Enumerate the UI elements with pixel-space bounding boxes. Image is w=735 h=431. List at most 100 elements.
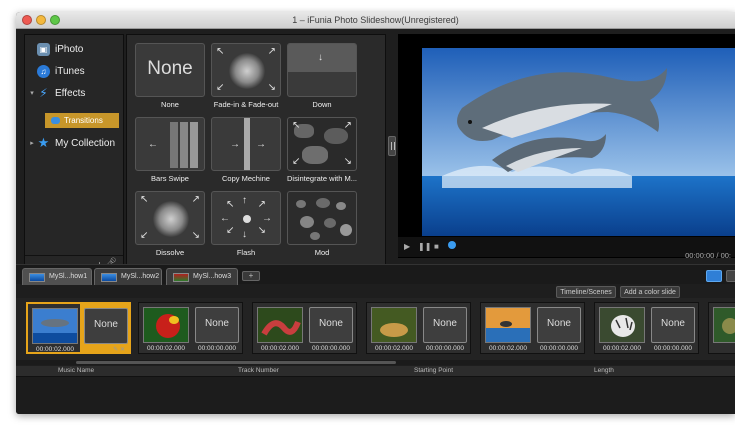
arrow-right-icon: → [262, 213, 272, 224]
dot [336, 202, 346, 210]
flash-center [243, 215, 251, 223]
scrollbar-thumb[interactable] [76, 361, 396, 364]
column-music-name[interactable]: Music Name [58, 367, 94, 374]
column-starting-point[interactable]: Starting Point [414, 367, 453, 374]
transitions-icon [51, 117, 60, 124]
arrow-icon: ↙ [140, 230, 149, 241]
pause-icon[interactable]: ❚❚ [418, 242, 431, 251]
sidebar-item-effects[interactable]: ▾ ⚡ Effects [25, 83, 123, 103]
list-view-button[interactable] [706, 270, 722, 282]
transition-label: None [547, 318, 571, 329]
effect-thumbnail: None [135, 43, 205, 97]
effect-flash[interactable]: ↑ ↓ ← → ↖ ↗ ↙ ↘ Flash [211, 191, 281, 261]
scenes-scrollbar[interactable] [16, 360, 735, 365]
scene-2[interactable]: None 00:00:02.000 00:00:00.000 [138, 302, 243, 354]
add-tab-button[interactable]: + [242, 271, 260, 281]
slideshow-icon [29, 273, 45, 282]
slideshow-icon [173, 273, 189, 282]
sidebar-item-transitions[interactable]: Transitions [45, 113, 119, 128]
sidebar-item-itunes[interactable]: ♫ iTunes [25, 61, 123, 81]
window-title: 1 – iFunia Photo Slideshow(Unregistered) [292, 15, 459, 25]
playhead-knob[interactable] [448, 241, 456, 249]
scene-5[interactable]: None 00:00:02.000 00:00:00.000 [480, 302, 585, 354]
sidebar-item-iphoto[interactable]: ▣ iPhoto [25, 39, 123, 59]
scenes-strip: None 00:00:02.000 ✎ ✕ None 00:00:02.000 … [16, 298, 735, 360]
app-window: 1 – iFunia Photo Slideshow(Unregistered)… [16, 12, 735, 414]
tab-slideshow3[interactable]: MySl...how3 [166, 268, 238, 285]
scene-4[interactable]: None 00:00:02.000 00:00:00.000 [366, 302, 471, 354]
sidebar-item-my-collection[interactable]: ▸ ★ My Collection [25, 133, 123, 153]
effect-fade[interactable]: ↖ ↗ ↙ ↘ Fade-in & Fade-out [211, 43, 281, 113]
effect-label: Flash [236, 248, 256, 257]
grid-view-button[interactable] [726, 270, 735, 282]
scan-bar [244, 118, 250, 170]
scene-photo [371, 307, 417, 343]
arrow-left-icon: ← [220, 213, 230, 224]
effect-label: None [161, 100, 179, 109]
transition-slot[interactable]: None [651, 307, 695, 343]
itunes-icon: ♫ [37, 64, 50, 78]
effect-thumbnail: ← [135, 117, 205, 171]
effect-none[interactable]: None None [135, 43, 205, 113]
tab-label: MySl...how1 [49, 273, 88, 280]
scene-7-partial[interactable] [708, 302, 735, 354]
column-length[interactable]: Length [594, 367, 614, 374]
effect-dissolve[interactable]: ↖ ↗ ↙ ↘ Dissolve [135, 191, 205, 261]
scene-3[interactable]: None 00:00:02.000 00:00:00.000 [252, 302, 357, 354]
arrow-icon: ↙ [216, 82, 225, 93]
effect-copy-mechine[interactable]: → → Copy Mechine [211, 117, 281, 187]
edit-tools-icon[interactable]: ✎ ✕ [113, 346, 125, 353]
transition-slot[interactable]: None [195, 307, 239, 343]
column-track-number[interactable]: Track Number [238, 367, 279, 374]
sidebar-item-label: My Collection [55, 137, 116, 149]
chevron-down-icon[interactable]: ▾ [27, 89, 37, 97]
playback-controls: ▶ ❚❚ ■ 00:00:00 / 00: [398, 237, 735, 260]
arrow-icon: ↘ [257, 225, 266, 236]
transition-duration: 00:00:00.000 [426, 345, 464, 352]
scene-photo [485, 307, 531, 343]
music-table-header: Music Name Track Number Starting Point L… [16, 366, 735, 377]
effect-mod[interactable]: Mod [287, 191, 357, 261]
photo-duration: 00:00:02.000 [261, 345, 299, 352]
chevron-right-icon[interactable]: ▸ [27, 139, 37, 147]
transition-slot[interactable]: None [309, 307, 353, 343]
scene-photo [143, 307, 189, 343]
tab-slideshow2[interactable]: MySl...how2 [94, 268, 162, 285]
transition-slot[interactable]: None [537, 307, 581, 343]
split-view-handle[interactable] [388, 136, 396, 156]
scene-1[interactable]: None 00:00:02.000 ✎ ✕ [26, 302, 131, 354]
transition-slot[interactable]: None [84, 308, 128, 344]
sunset-dolphins-thumb [486, 308, 530, 342]
effect-thumbnail: ↖ ↗ ↙ ↘ [211, 43, 281, 97]
effect-down[interactable]: ↓ Down [287, 43, 357, 113]
transition-duration: 00:00:00.000 [540, 345, 578, 352]
scene-photo [257, 307, 303, 343]
effect-thumbnail: ↑ ↓ ← → ↖ ↗ ↙ ↘ [211, 191, 281, 245]
tab-slideshow1[interactable]: MySl...how1 [22, 268, 92, 285]
scene-6[interactable]: None 00:00:02.000 00:00:00.000 [594, 302, 699, 354]
effect-label: Copy Mechine [222, 174, 270, 183]
effect-label: Down [312, 100, 332, 109]
bar [190, 122, 198, 168]
preview-image [422, 48, 735, 236]
arrow-icon: ↘ [191, 230, 200, 241]
effect-disintegrate[interactable]: ↖ ↗ ↙ ↘ Disintegrate with M... [287, 117, 357, 187]
arrow-icon: ↘ [343, 156, 352, 167]
snake-thumb [258, 308, 302, 342]
photo-duration: 00:00:02.000 [36, 346, 74, 353]
effect-bars-swipe[interactable]: ← Bars Swipe [135, 117, 205, 187]
arrow-icon: ↙ [292, 156, 301, 167]
slideshow-icon [101, 273, 117, 282]
transition-slot[interactable]: None [423, 307, 467, 343]
play-icon[interactable]: ▶ [404, 242, 410, 251]
dot [310, 232, 320, 240]
bar [180, 122, 188, 168]
arrow-icon: ↙ [226, 225, 235, 236]
source-sidebar: ▣ iPhoto ♫ iTunes ▾ ⚡ Effects Transition… [24, 34, 124, 274]
timeline-scenes-button[interactable]: Timeline/Scenes [556, 286, 616, 298]
sidebar-item-label: Transitions [64, 116, 103, 125]
add-color-slide-button[interactable]: Add a color slide [620, 286, 680, 298]
stop-icon[interactable]: ■ [434, 242, 439, 251]
dolphin-photo [422, 48, 735, 236]
effect-label: Mod [314, 248, 330, 257]
